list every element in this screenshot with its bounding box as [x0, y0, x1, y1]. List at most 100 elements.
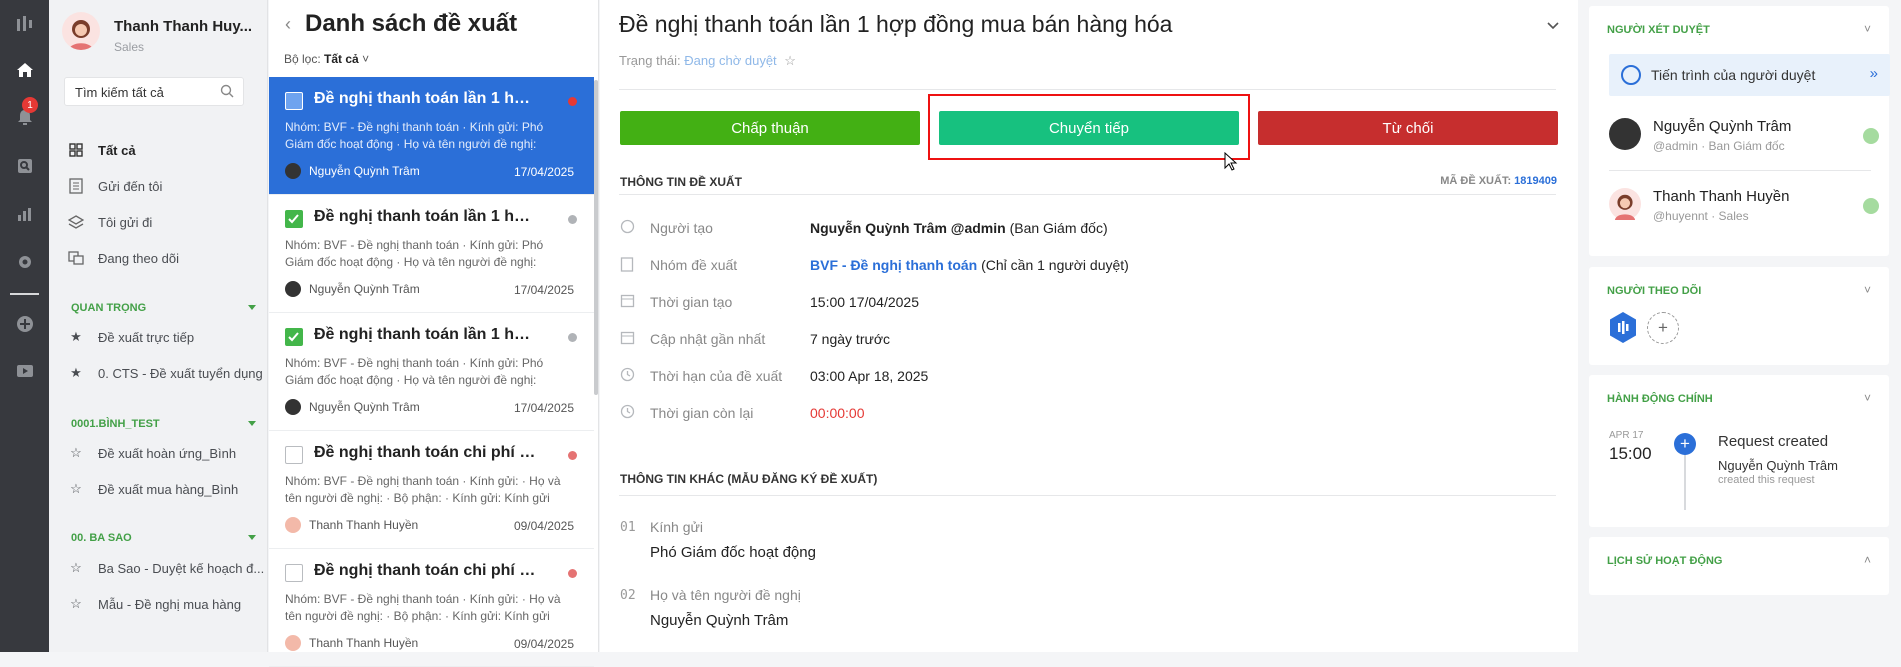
action-user: Nguyễn Quỳnh Trâm — [1718, 458, 1838, 473]
checkbox[interactable] — [285, 92, 303, 110]
sidebar-item[interactable]: ☆ Đề xuất hoàn ứng_Bình — [68, 445, 236, 461]
app-rail: 1 — [0, 0, 49, 652]
app-logo-icon[interactable] — [9, 8, 40, 39]
avatar — [285, 399, 301, 415]
history-panel[interactable]: LỊCH SỬ HOẠT ĐỘNG ˄ — [1589, 537, 1889, 595]
nav-following[interactable]: Đang theo dõi — [68, 250, 179, 266]
avatar — [1609, 118, 1641, 150]
nav-all[interactable]: Tất cả — [68, 142, 136, 158]
approve-button[interactable]: Chấp thuận — [620, 111, 920, 145]
search-input[interactable]: Tìm kiếm tất cả — [64, 77, 244, 106]
back-chevron-icon[interactable]: ‹ — [285, 14, 291, 35]
star-outline-icon: ☆ — [70, 445, 82, 460]
item-user: Nguyễn Quỳnh Trâm — [285, 281, 420, 297]
panel-title: NGƯỜI XÉT DUYỆT — [1607, 24, 1710, 36]
reject-button[interactable]: Từ chối — [1258, 111, 1558, 145]
home-icon[interactable] — [9, 54, 40, 85]
mouse-cursor-icon — [1224, 152, 1238, 171]
item-date: 09/04/2025 — [513, 519, 574, 533]
field-label: Người tạo — [650, 220, 713, 236]
section-header-ba-sao[interactable]: 00. BA SAO — [71, 532, 256, 544]
nav-sent-to-me[interactable]: Gửi đến tôi — [68, 178, 162, 194]
calendar-icon — [620, 330, 636, 348]
add-follower-button[interactable]: + — [1647, 312, 1679, 344]
field-created-time: Thời gian tạo 15:00 17/04/2025 — [620, 292, 919, 312]
list-item[interactable]: Đề nghị thanh toán lần 1 hợp... Nhóm: BV… — [269, 313, 594, 431]
item-user: Thanh Thanh Huyền — [285, 635, 418, 651]
sidebar-item[interactable]: ☆ Ba Sao - Duyệt kế hoạch đ... — [68, 560, 264, 576]
clock-icon — [620, 367, 636, 385]
divider — [1609, 170, 1871, 171]
creator-dept: (Ban Giám đốc) — [1005, 220, 1108, 236]
right-panel: NGƯỜI XÉT DUYỆT ˅ Tiến trình của người d… — [1579, 0, 1901, 652]
group-link[interactable]: BVF - Đề nghị thanh toán — [810, 257, 977, 273]
filter-dropdown[interactable]: Bộ lọc: Tất cả ˅ — [284, 52, 369, 66]
avatar — [285, 281, 301, 297]
sidebar-item[interactable]: ☆ Mẫu - Đề nghị mua hàng — [68, 596, 241, 612]
user-profile[interactable]: Thanh Thanh Huy... Sales — [62, 12, 262, 56]
list-item[interactable]: Đề nghị thanh toán chi phí công... Nhóm:… — [269, 549, 594, 667]
clock-icon — [1621, 65, 1641, 85]
item-user-name: Nguyễn Quỳnh Trâm — [309, 400, 420, 414]
status-label: Trạng thái: — [619, 53, 681, 68]
approver-item[interactable]: Nguyễn Quỳnh Trâm @admin · Ban Giám đốc — [1609, 118, 1879, 168]
double-chevron-icon: » — [1869, 65, 1878, 82]
checkbox[interactable] — [285, 210, 303, 228]
list-item[interactable]: Đề nghị thanh toán lần 1 hợp... Nhóm: BV… — [269, 77, 594, 195]
sidebar-item[interactable]: ★ Đề xuất trực tiếp — [68, 329, 194, 345]
nav-sent-by-me[interactable]: Tôi gửi đi — [68, 214, 152, 230]
item-title: Đề nghị thanh toán lần 1 hợp... — [314, 326, 539, 343]
sidebar-item[interactable]: ★ 0. CTS - Đề xuất tuyển dụng — [68, 365, 263, 381]
field-label: Thời gian còn lại — [650, 405, 754, 421]
item-title: Đề nghị thanh toán lần 1 hợp... — [314, 208, 539, 225]
item-desc: Nhóm: BVF - Đề nghị thanh toán · Kính gử… — [285, 356, 544, 387]
star-outline-icon: ☆ — [70, 481, 82, 496]
field-label: Thời gian tạo — [650, 294, 733, 310]
chevron-down-icon[interactable]: ˅ — [1864, 283, 1871, 297]
item-date: 17/04/2025 — [513, 165, 574, 179]
sidebar-item[interactable]: ☆ Đề xuất mua hàng_Bình — [68, 481, 238, 497]
list-item[interactable]: Đề nghị thanh toán lần 1 hợp... Nhóm: BV… — [269, 195, 594, 313]
add-circle-icon[interactable] — [9, 308, 40, 339]
list-scrollbar[interactable] — [594, 80, 598, 395]
list-item[interactable]: Đề nghị thanh toán chi phí công... Nhóm:… — [269, 431, 594, 549]
status-dot — [568, 451, 577, 460]
request-detail: Đề nghị thanh toán lần 1 hợp đồng mua bá… — [600, 0, 1578, 652]
video-icon[interactable] — [9, 355, 40, 386]
item-user: Nguyễn Quỳnh Trâm — [285, 163, 420, 179]
chevron-down-icon[interactable]: ˅ — [1864, 391, 1871, 405]
checkbox[interactable] — [285, 328, 303, 346]
item-date: 09/04/2025 — [513, 637, 574, 651]
action-time: 15:00 — [1609, 444, 1652, 463]
status-line: Trạng thái: Đang chờ duyệt ☆ — [619, 53, 796, 69]
info-section-title: THÔNG TIN ĐỀ XUẤT — [620, 175, 742, 189]
item-user: Thanh Thanh Huyền — [285, 517, 418, 533]
checkbox[interactable] — [285, 446, 303, 464]
field-creator: Người tạo Nguyễn Quỳnh Trâm @admin (Ban … — [620, 218, 1108, 238]
chevron-up-icon[interactable]: ˄ — [1864, 553, 1871, 567]
section-header-important[interactable]: QUAN TRỌNG — [71, 302, 256, 314]
chevron-down-icon[interactable]: ˅ — [1864, 22, 1871, 36]
status-dot — [568, 569, 577, 578]
approver-item[interactable]: Thanh Thanh Huyền @huyennt · Sales — [1609, 188, 1879, 238]
status-dot — [1863, 198, 1879, 214]
search-icon — [220, 84, 234, 101]
item-desc: Nhóm: BVF - Đề nghị thanh toán · Kính gử… — [285, 592, 561, 623]
chart-icon[interactable] — [9, 198, 40, 229]
approver-handle: @huyennt · Sales — [1653, 209, 1749, 223]
plus-icon: + — [1674, 433, 1696, 455]
field-value: 7 ngày trước — [810, 331, 891, 347]
action-subtitle: created this request — [1718, 474, 1815, 486]
field-deadline: Thời hạn của đề xuất 03:00 Apr 18, 2025 — [620, 366, 928, 386]
approver-progress-button[interactable]: Tiến trình của người duyệt » — [1609, 54, 1890, 96]
chevron-down-icon[interactable] — [1546, 18, 1560, 36]
avatar — [285, 517, 301, 533]
divider — [619, 194, 1556, 195]
field-number: 02 — [620, 588, 636, 603]
group-note: (Chỉ cần 1 người duyệt) — [977, 257, 1129, 273]
search-rail-icon[interactable] — [9, 150, 40, 181]
section-header-binh-test[interactable]: 0001.BÌNH_TEST — [71, 418, 256, 430]
star-outline-icon[interactable]: ☆ — [784, 53, 796, 68]
checkbox[interactable] — [285, 564, 303, 582]
settings-icon[interactable] — [9, 246, 40, 277]
